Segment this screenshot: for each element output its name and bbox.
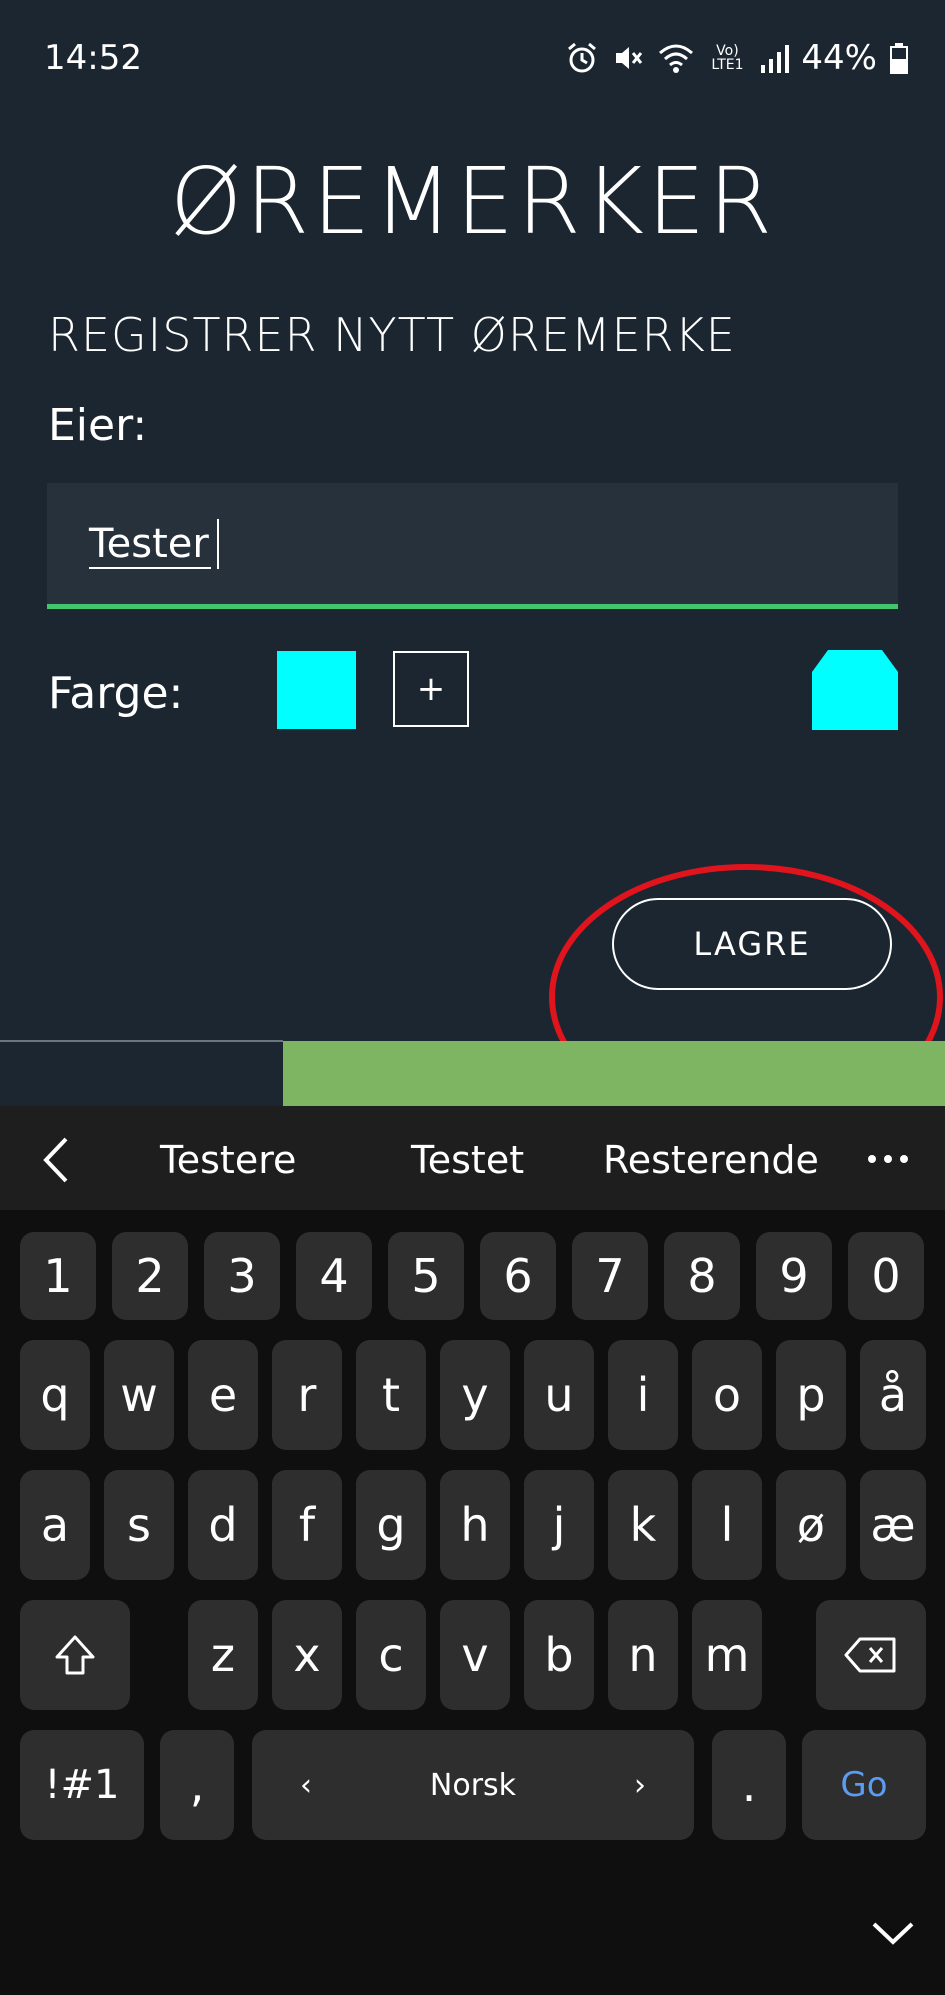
add-color-button[interactable]: + xyxy=(393,651,469,727)
battery-percent: 44% xyxy=(801,38,877,78)
key-8[interactable]: 8 xyxy=(664,1232,740,1320)
key-n[interactable]: n xyxy=(608,1600,678,1710)
color-label: Farge: xyxy=(48,668,184,719)
key-t[interactable]: t xyxy=(356,1340,426,1450)
status-time: 14:52 xyxy=(44,38,142,78)
key-c[interactable]: c xyxy=(356,1600,426,1710)
suggestion-3[interactable]: Resterende xyxy=(603,1138,819,1182)
key-d[interactable]: d xyxy=(188,1470,258,1580)
key-5[interactable]: 5 xyxy=(388,1232,464,1320)
key-oe[interactable]: ø xyxy=(776,1470,846,1580)
mute-icon xyxy=(616,47,643,69)
signal-icon xyxy=(761,45,790,73)
key-u[interactable]: u xyxy=(524,1340,594,1450)
owner-label: Eier: xyxy=(48,400,148,451)
key-l[interactable]: l xyxy=(692,1470,762,1580)
key-m[interactable]: m xyxy=(692,1600,762,1710)
key-6[interactable]: 6 xyxy=(480,1232,556,1320)
key-q[interactable]: q xyxy=(20,1340,90,1450)
lang-right-icon: › xyxy=(634,1768,646,1803)
comma-key[interactable]: , xyxy=(160,1730,234,1840)
key-z[interactable]: z xyxy=(188,1600,258,1710)
key-a[interactable]: a xyxy=(20,1470,90,1580)
key-4[interactable]: 4 xyxy=(296,1232,372,1320)
key-2[interactable]: 2 xyxy=(112,1232,188,1320)
form-heading: REGISTRER NYTT ØREMERKE xyxy=(48,308,736,362)
key-7[interactable]: 7 xyxy=(572,1232,648,1320)
volte-label: Vo) LTE1 xyxy=(711,43,744,73)
go-key[interactable]: Go xyxy=(802,1730,926,1840)
alarm-icon xyxy=(568,42,597,73)
key-1[interactable]: 1 xyxy=(20,1232,96,1320)
progress-bar-fill xyxy=(283,1041,945,1106)
wifi-icon xyxy=(659,44,694,73)
battery-icon xyxy=(890,43,908,74)
key-i[interactable]: i xyxy=(608,1340,678,1450)
status-icons: Vo) LTE1 44% xyxy=(565,38,909,78)
app-title: ØREMERKER xyxy=(169,148,776,255)
key-3[interactable]: 3 xyxy=(204,1232,280,1320)
backspace-key[interactable] xyxy=(816,1600,926,1710)
suggestion-1[interactable]: Testere xyxy=(160,1138,296,1182)
key-r[interactable]: r xyxy=(272,1340,342,1450)
hide-keyboard-icon[interactable] xyxy=(870,1918,916,1948)
key-e[interactable]: e xyxy=(188,1340,258,1450)
shift-icon xyxy=(55,1635,95,1675)
key-y[interactable]: y xyxy=(440,1340,510,1450)
key-0[interactable]: 0 xyxy=(848,1232,924,1320)
space-key[interactable]: ‹ Norsk › xyxy=(252,1730,694,1840)
owner-input-value: Tester xyxy=(89,521,211,569)
key-x[interactable]: x xyxy=(272,1600,342,1710)
period-key[interactable]: . xyxy=(712,1730,786,1840)
key-p[interactable]: p xyxy=(776,1340,846,1450)
key-v[interactable]: v xyxy=(440,1600,510,1710)
key-b[interactable]: b xyxy=(524,1600,594,1710)
key-s[interactable]: s xyxy=(104,1470,174,1580)
eartag-preview-icon xyxy=(812,650,898,730)
color-swatch[interactable] xyxy=(277,651,356,729)
key-j[interactable]: j xyxy=(524,1470,594,1580)
key-f[interactable]: f xyxy=(272,1470,342,1580)
backspace-icon xyxy=(844,1637,896,1673)
key-g[interactable]: g xyxy=(356,1470,426,1580)
key-h[interactable]: h xyxy=(440,1470,510,1580)
key-o[interactable]: o xyxy=(692,1340,762,1450)
symbols-key[interactable]: !#1 xyxy=(20,1730,144,1840)
suggestion-2[interactable]: Testet xyxy=(411,1138,524,1182)
back-arrow-icon[interactable] xyxy=(38,1135,72,1185)
key-k[interactable]: k xyxy=(608,1470,678,1580)
space-language-label: Norsk xyxy=(429,1767,517,1803)
owner-input[interactable]: Tester xyxy=(47,483,898,609)
lang-left-icon: ‹ xyxy=(300,1768,312,1803)
key-ae[interactable]: æ xyxy=(860,1470,926,1580)
more-options-icon[interactable] xyxy=(866,1153,910,1165)
key-aa[interactable]: å xyxy=(860,1340,926,1450)
key-w[interactable]: w xyxy=(104,1340,174,1450)
text-caret xyxy=(217,519,219,569)
key-9[interactable]: 9 xyxy=(756,1232,832,1320)
divider xyxy=(0,1040,283,1042)
shift-key[interactable] xyxy=(20,1600,130,1710)
